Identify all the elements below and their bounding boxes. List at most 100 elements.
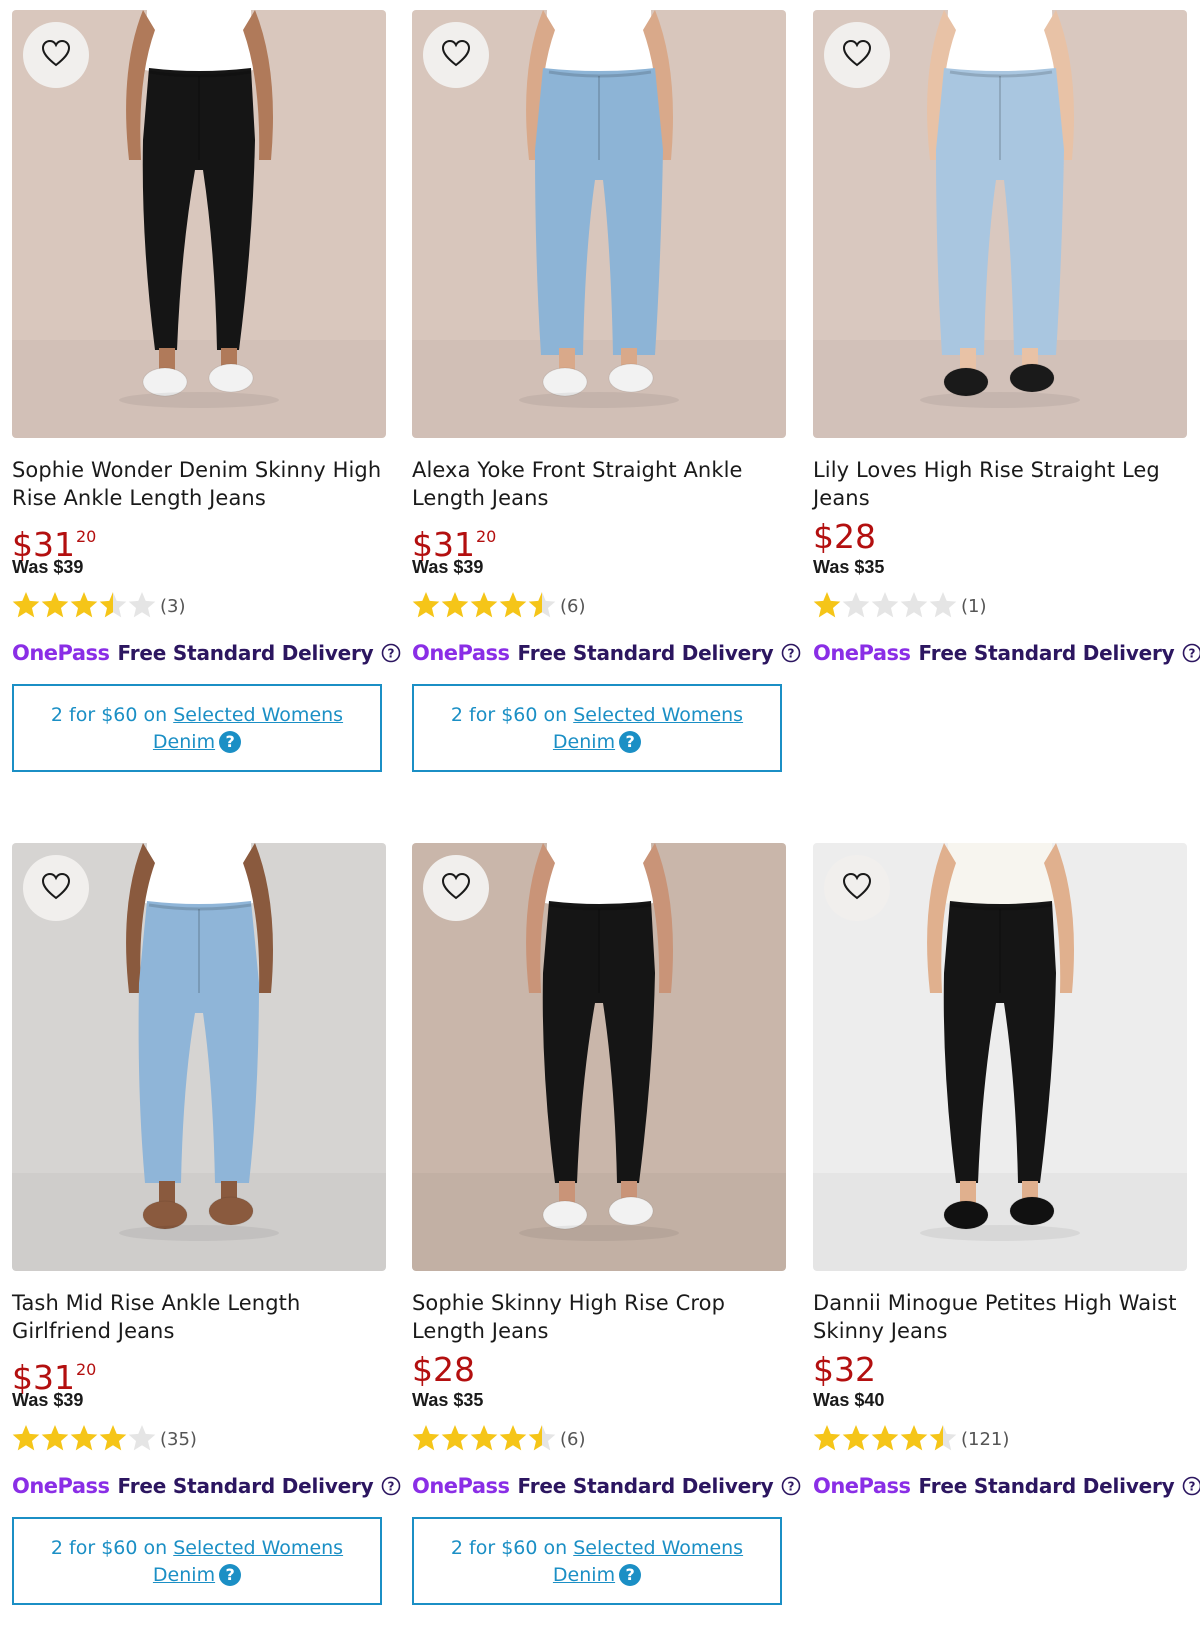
favorite-button[interactable] [824, 22, 890, 88]
rating-stars-wrap [412, 1424, 558, 1454]
help-icon[interactable]: ? [619, 1564, 642, 1586]
onepass-logo: OnePass [12, 641, 110, 665]
product-image[interactable] [813, 10, 1187, 438]
promo-link[interactable]: Selected Womens [573, 704, 743, 726]
product-title[interactable]: Lily Loves High Rise Straight Leg Jeans [813, 456, 1187, 512]
product-title[interactable]: Alexa Yoke Front Straight Ankle Length J… [412, 456, 786, 512]
star-icon [871, 592, 899, 618]
promo-text: 2 for $60 on [450, 1537, 574, 1559]
onepass-delivery: OnePass Free Standard Delivery? [12, 638, 400, 668]
product-card[interactable]: Tash Mid Rise Ankle Length Girlfriend Je… [12, 843, 400, 1605]
product-rating[interactable]: (6) [412, 590, 786, 622]
rating-stars [412, 592, 556, 618]
help-circle-icon[interactable]: ? [781, 1476, 801, 1496]
star-icon [929, 1425, 957, 1451]
star-icon [12, 1425, 40, 1451]
free-delivery-label: Free Standard Delivery [117, 1474, 374, 1498]
help-icon[interactable]: ? [219, 1564, 242, 1586]
svg-text:?: ? [787, 1480, 794, 1494]
product-title[interactable]: Sophie Wonder Denim Skinny High Rise Ank… [12, 456, 386, 512]
product-image[interactable] [813, 843, 1187, 1271]
onepass-logo: OnePass [813, 1474, 911, 1498]
star-icon [99, 1425, 127, 1451]
product-image[interactable] [12, 10, 386, 438]
heart-outline-icon [842, 39, 872, 72]
rating-stars-wrap [12, 591, 158, 621]
rating-stars [813, 1425, 957, 1451]
price-dollars: $32 [813, 1350, 876, 1389]
rating-stars-wrap [813, 591, 959, 621]
promo-link-denim[interactable]: Denim [153, 1564, 215, 1586]
rating-stars [12, 1425, 156, 1451]
rating-stars-wrap [12, 1424, 158, 1454]
help-circle-icon[interactable]: ? [1182, 643, 1200, 663]
star-icon [128, 1425, 156, 1451]
was-price: Was $35 [813, 557, 885, 577]
product-title[interactable]: Tash Mid Rise Ankle Length Girlfriend Je… [12, 1289, 386, 1345]
star-icon [842, 592, 870, 618]
star-icon [99, 592, 127, 618]
rating-stars [412, 1425, 556, 1451]
star-icon [871, 1425, 899, 1451]
help-circle-icon[interactable]: ? [1182, 1476, 1200, 1496]
help-icon[interactable]: ? [219, 731, 242, 753]
help-circle-icon[interactable]: ? [781, 643, 801, 663]
product-card[interactable]: Sophie Wonder Denim Skinny High Rise Ank… [12, 10, 400, 772]
favorite-button[interactable] [824, 855, 890, 921]
promo-link[interactable]: Selected Womens [173, 704, 343, 726]
star-icon [842, 1425, 870, 1451]
free-delivery-label: Free Standard Delivery [918, 1474, 1175, 1498]
product-title[interactable]: Dannii Minogue Petites High Waist Skinny… [813, 1289, 1187, 1345]
promo-text: 2 for $60 on [50, 1537, 174, 1559]
product-card[interactable]: Alexa Yoke Front Straight Ankle Length J… [412, 10, 800, 772]
product-card[interactable]: Dannii Minogue Petites High Waist Skinny… [813, 843, 1200, 1501]
star-icon [813, 592, 841, 618]
favorite-button[interactable] [23, 22, 89, 88]
favorite-button[interactable] [423, 22, 489, 88]
product-rating[interactable]: (121) [813, 1423, 1187, 1455]
heart-outline-icon [441, 872, 471, 905]
product-card[interactable]: Lily Loves High Rise Straight Leg Jeans $… [813, 10, 1200, 668]
help-circle-icon[interactable]: ? [381, 1476, 401, 1496]
star-icon [470, 592, 498, 618]
product-image[interactable] [412, 843, 786, 1271]
star-icon [441, 1425, 469, 1451]
promo-text: 2 for $60 on [450, 704, 574, 726]
favorite-button[interactable] [23, 855, 89, 921]
promo-link[interactable]: Selected Womens [173, 1537, 343, 1559]
promo-link-denim[interactable]: Denim [153, 731, 215, 753]
was-price: Was $39 [12, 1390, 84, 1410]
product-rating[interactable]: (1) [813, 590, 1187, 622]
review-count: (1) [961, 595, 987, 617]
review-count: (35) [160, 1428, 197, 1450]
star-icon [441, 592, 469, 618]
product-image[interactable] [12, 843, 386, 1271]
promo-link-denim[interactable]: Denim [553, 1564, 615, 1586]
star-icon [499, 1425, 527, 1451]
favorite-button[interactable] [423, 855, 489, 921]
star-icon [813, 1425, 841, 1451]
promo-link-denim[interactable]: Denim [553, 731, 615, 753]
svg-text:?: ? [1188, 647, 1195, 661]
onepass-delivery: OnePass Free Standard Delivery? [412, 638, 800, 668]
help-circle-icon[interactable]: ? [381, 643, 401, 663]
help-icon[interactable]: ? [619, 731, 642, 753]
product-title[interactable]: Sophie Skinny High Rise Crop Length Jean… [412, 1289, 786, 1345]
rating-stars [12, 592, 156, 618]
product-card[interactable]: Sophie Skinny High Rise Crop Length Jean… [412, 843, 800, 1605]
star-icon [70, 1425, 98, 1451]
product-rating[interactable]: (6) [412, 1423, 786, 1455]
product-price: $3120 [12, 518, 386, 564]
product-rating[interactable]: (3) [12, 590, 386, 622]
review-count: (3) [160, 595, 186, 617]
star-icon [412, 592, 440, 618]
rating-stars-wrap [813, 1424, 959, 1454]
product-image[interactable] [412, 10, 786, 438]
was-price: Was $39 [412, 557, 484, 577]
star-icon [412, 1425, 440, 1451]
product-price: $3120 [12, 1351, 386, 1397]
product-rating[interactable]: (35) [12, 1423, 386, 1455]
promo-link[interactable]: Selected Womens [573, 1537, 743, 1559]
star-icon [528, 1425, 556, 1451]
product-price: $32 [813, 1351, 1187, 1389]
